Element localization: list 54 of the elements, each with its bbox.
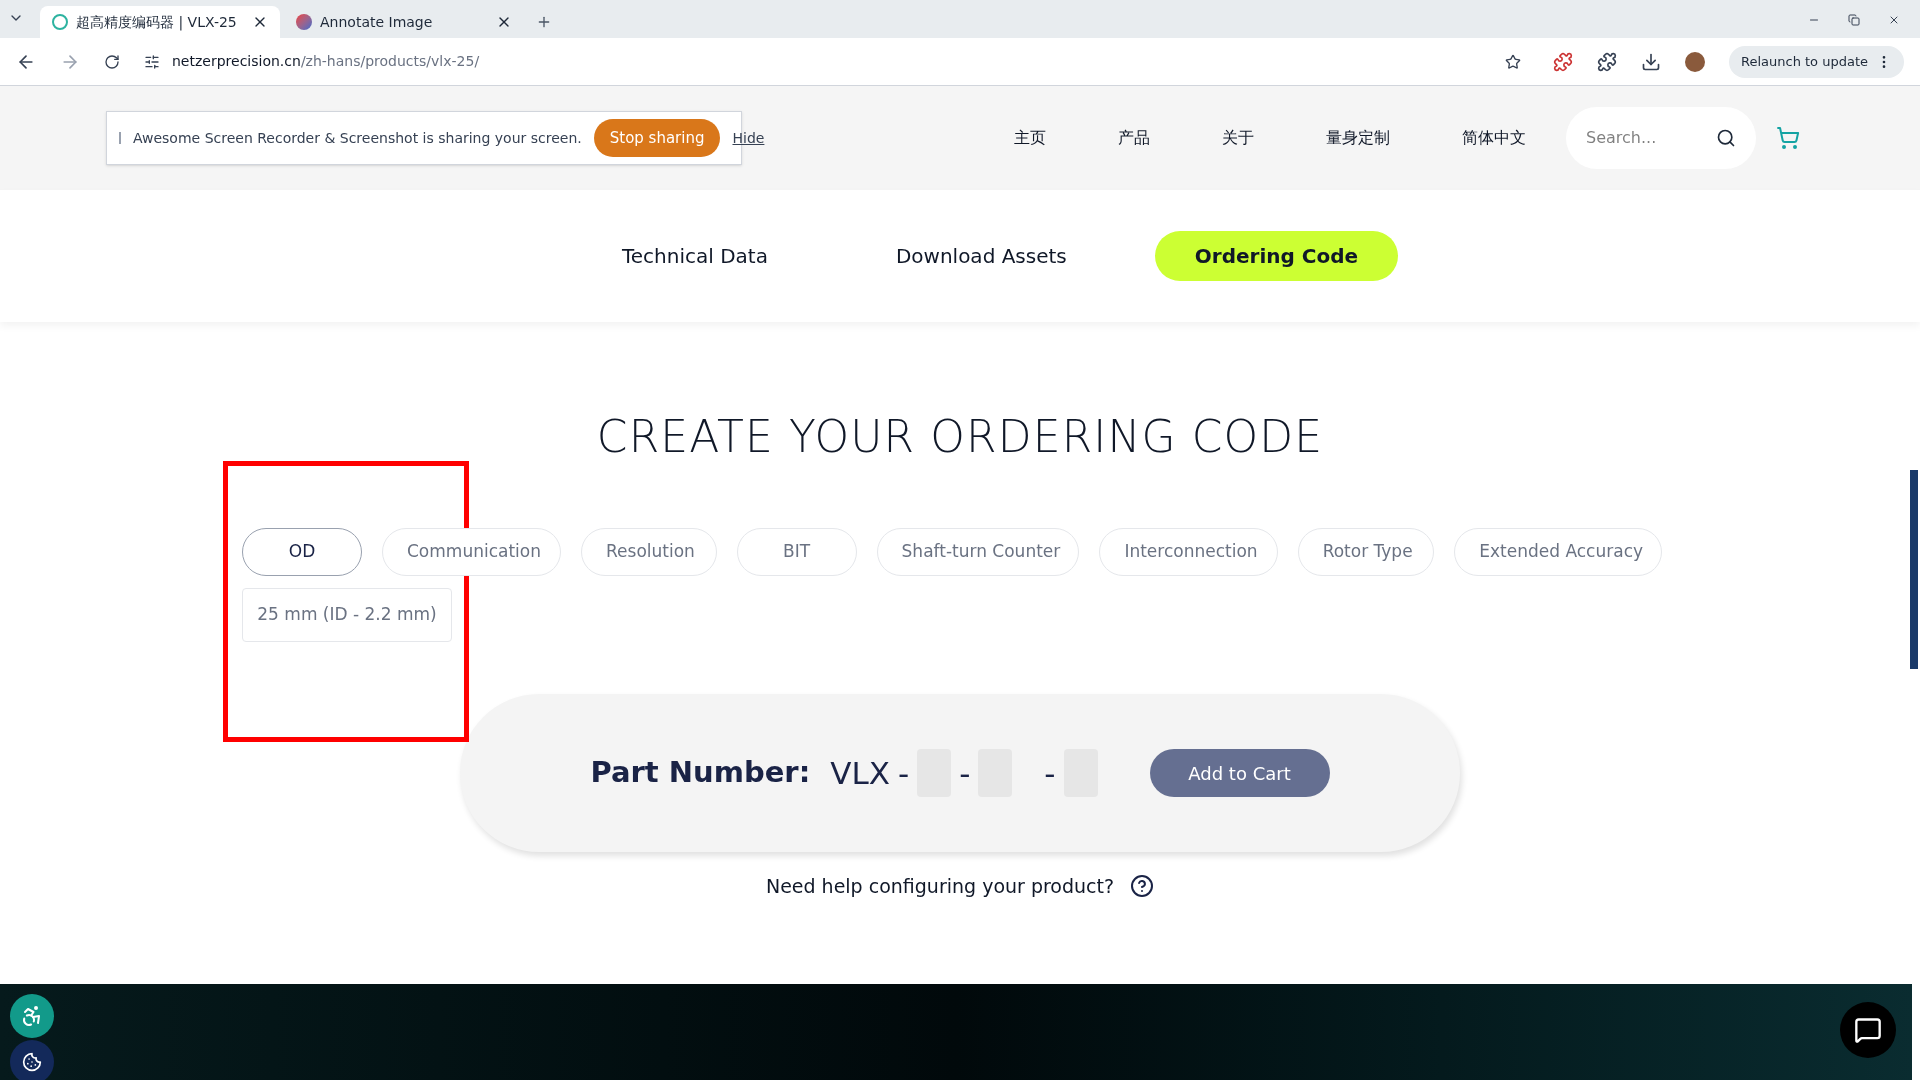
option-tab[interactable]: Communication (382, 528, 562, 576)
separator: - (897, 753, 910, 793)
separator: - (1044, 753, 1056, 793)
site-settings-icon[interactable] (144, 53, 160, 70)
subnav-tab[interactable]: Download Assets (855, 231, 1107, 281)
nav-link[interactable]: 简体中文 (1462, 126, 1526, 150)
nav-link[interactable]: 量身定制 (1326, 126, 1390, 150)
section-heading: CREATE YOUR ORDERING CODE (596, 410, 1324, 464)
search-icon[interactable] (1716, 128, 1736, 148)
option-value[interactable]: 25 mm (ID - 2.2 mm) (242, 588, 452, 642)
option-tab[interactable]: Shaft-turn Counter (876, 528, 1080, 576)
extension-icon[interactable] (1553, 51, 1573, 72)
profile-avatar[interactable] (1685, 51, 1705, 72)
option-tab[interactable]: Extended Accuracy (1454, 528, 1662, 576)
scrollbar-thumb[interactable] (1910, 470, 1918, 669)
hide-link[interactable]: Hide (732, 127, 765, 149)
search-input[interactable]: Search... (1586, 126, 1708, 150)
reload-icon[interactable] (104, 53, 120, 70)
subnav-tab[interactable]: Ordering Code (1154, 231, 1399, 281)
close-icon[interactable] (1888, 14, 1900, 26)
nav-link[interactable]: 产品 (1118, 126, 1150, 150)
restore-icon[interactable] (1848, 14, 1860, 26)
favicon-icon (52, 14, 68, 30)
bookmark-star-icon[interactable] (1505, 53, 1521, 70)
sharing-message: Awesome Screen Recorder & Screenshot is sharing your screen. (133, 128, 582, 148)
browser-tab[interactable]: Annotate Image (284, 6, 524, 38)
download-icon[interactable] (1641, 51, 1661, 72)
cart-icon[interactable] (1776, 126, 1800, 150)
relaunch-button[interactable]: Relaunch to update (1729, 45, 1904, 78)
part-number-prefix: VLX (830, 753, 890, 793)
separator: - (959, 753, 971, 793)
subnav-tab[interactable]: Technical Data (581, 231, 808, 281)
help-text: Need help configuring your product? (765, 874, 1115, 899)
cookie-icon (22, 1052, 42, 1072)
help-icon[interactable] (1130, 874, 1155, 899)
option-tab[interactable]: Resolution (581, 528, 717, 576)
drag-handle-icon[interactable] (119, 132, 121, 144)
extensions-icon[interactable] (1597, 51, 1617, 72)
url-text: netzerprecision.cn/zh-hans/products/vlx-25/ (172, 52, 480, 71)
nav-link[interactable]: 关于 (1222, 126, 1254, 150)
nav-link[interactable]: 主页 (1014, 126, 1046, 150)
part-number-label: Part Number: (590, 754, 811, 792)
search-field[interactable]: Search... (1566, 107, 1756, 169)
tab-title: Annotate Image (320, 12, 434, 32)
favicon-icon (296, 14, 312, 30)
option-tab[interactable]: Rotor Type (1297, 528, 1435, 576)
new-tab-icon[interactable] (536, 14, 552, 30)
option-tab[interactable]: OD (242, 528, 362, 576)
browser-tab[interactable]: 超高精度编码器 | VLX-25 (40, 6, 280, 38)
chat-icon (1854, 1016, 1882, 1044)
option-tab[interactable]: BIT (736, 528, 857, 576)
add-to-cart-button[interactable]: Add to Cart (1149, 749, 1330, 797)
option-tab[interactable]: Interconnection (1099, 528, 1278, 576)
tab-title: 超高精度编码器 | VLX-25 (76, 12, 238, 33)
